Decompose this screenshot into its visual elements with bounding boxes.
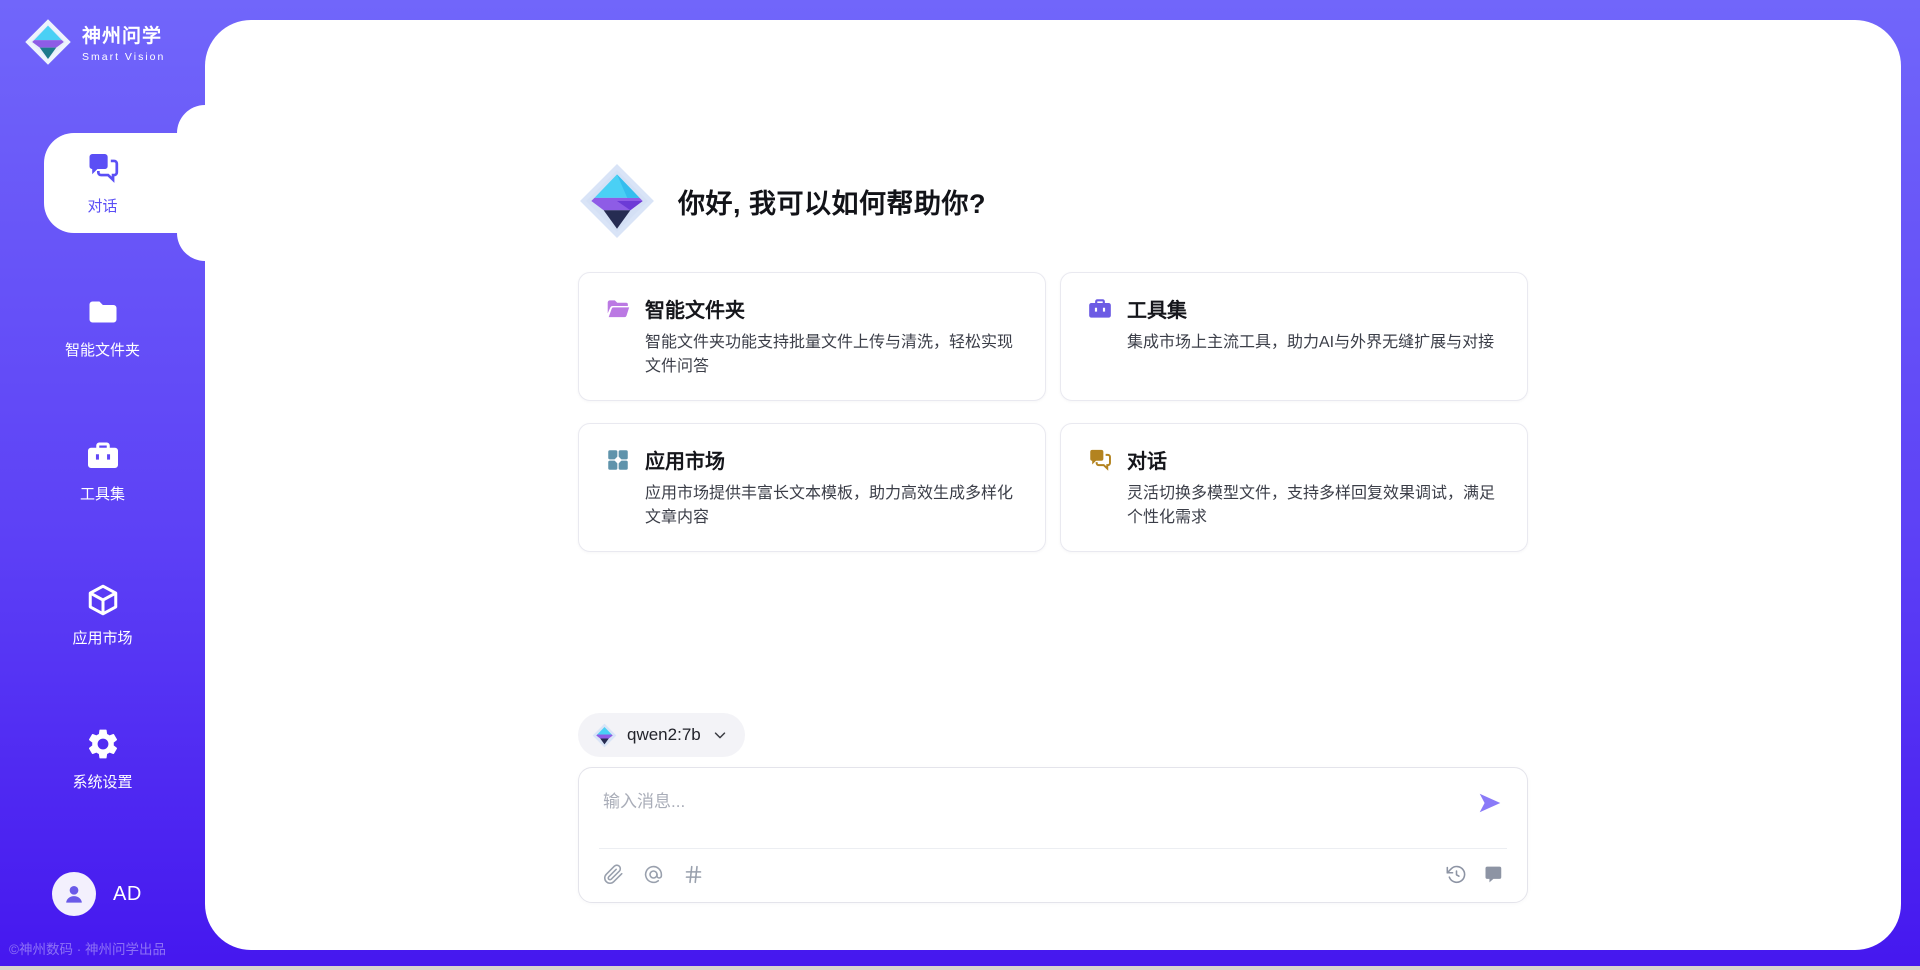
active-curve-top (177, 105, 205, 133)
bottom-scrollbar-strip (0, 966, 1920, 970)
comment-icon (1482, 864, 1503, 885)
sidebar-item-app-market[interactable]: 应用市场 (0, 565, 205, 665)
gear-icon (85, 726, 121, 762)
toolbox-icon (1087, 296, 1113, 322)
cube-icon (85, 582, 121, 618)
card-title: 工具集 (1127, 294, 1187, 323)
card-title: 对话 (1127, 445, 1167, 474)
history-icon (1446, 864, 1467, 885)
card-app-market[interactable]: 应用市场 应用市场提供丰富长文本模板，助力高效生成多样化文章内容 (578, 423, 1046, 552)
sidebar-item-smart-folder[interactable]: 智能文件夹 (0, 277, 205, 377)
message-composer (578, 767, 1528, 903)
toolbox-icon (85, 438, 121, 474)
card-description: 灵活切换多模型文件，支持多样回复效果调试，满足个性化需求 (1127, 482, 1501, 530)
sidebar-footer-text: ©神州数码 · 神州问学出品 (9, 938, 166, 958)
feature-cards: 智能文件夹 智能文件夹功能支持批量文件上传与清洗，轻松实现文件问答 工具集 集成… (578, 272, 1528, 552)
brand-subtitle: Smart Vision (82, 51, 165, 63)
main-panel: 你好, 我可以如何帮助你? 智能文件夹 智能文件夹功能支持批量文件上传与清洗，轻… (205, 20, 1901, 950)
brand-logo: 神州问学 Smart Vision (24, 18, 165, 66)
sidebar-item-label: 系统设置 (72, 771, 132, 792)
paperclip-icon (603, 864, 624, 885)
card-smart-folder[interactable]: 智能文件夹 智能文件夹功能支持批量文件上传与清洗，轻松实现文件问答 (578, 272, 1046, 401)
model-name: qwen2:7b (627, 725, 701, 745)
greeting-title: 你好, 我可以如何帮助你? (678, 182, 986, 221)
topic-button[interactable] (683, 864, 704, 886)
at-sign-icon (643, 864, 664, 885)
grid-icon (605, 447, 631, 473)
avatar (52, 872, 96, 916)
sidebar-item-toolset[interactable]: 工具集 (0, 421, 205, 521)
card-toolset[interactable]: 工具集 集成市场上主流工具，助力AI与外界无缝扩展与对接 (1060, 272, 1528, 401)
history-button[interactable] (1446, 864, 1467, 886)
sidebar-item-label: 智能文件夹 (65, 339, 140, 360)
conversation-button[interactable] (1482, 864, 1503, 886)
sidebar: 神州问学 Smart Vision 对话 智能文件夹 工具集 (0, 0, 205, 970)
card-description: 集成市场上主流工具，助力AI与外界无缝扩展与对接 (1127, 331, 1501, 355)
brand-diamond-icon (578, 162, 656, 240)
sidebar-item-label: 工具集 (80, 483, 125, 504)
sidebar-item-label: 对话 (87, 195, 117, 216)
greeting: 你好, 我可以如何帮助你? (578, 162, 1528, 240)
chevron-down-icon (711, 726, 729, 744)
send-icon (1477, 790, 1503, 816)
model-selector[interactable]: qwen2:7b (578, 713, 745, 757)
sidebar-item-label: 应用市场 (72, 627, 132, 648)
chat-icon (1087, 447, 1113, 473)
mention-button[interactable] (643, 864, 664, 886)
brand-name: 神州问学 (82, 21, 165, 48)
user-initials: AD (113, 883, 142, 906)
card-title: 应用市场 (645, 445, 725, 474)
folder-open-icon (605, 296, 631, 322)
brand-diamond-icon (24, 18, 72, 66)
card-chat[interactable]: 对话 灵活切换多模型文件，支持多样回复效果调试，满足个性化需求 (1060, 423, 1528, 552)
model-logo-icon (592, 723, 617, 748)
card-description: 应用市场提供丰富长文本模板，助力高效生成多样化文章内容 (645, 482, 1019, 530)
send-button[interactable] (1477, 789, 1505, 817)
person-icon (61, 881, 87, 907)
folder-icon (85, 294, 121, 330)
message-input[interactable] (579, 768, 1527, 846)
card-title: 智能文件夹 (645, 294, 745, 323)
attach-file-button[interactable] (603, 864, 624, 886)
active-curve-bottom (177, 233, 205, 261)
hash-icon (683, 864, 704, 885)
composer-toolbar (579, 847, 1527, 902)
sidebar-item-chat[interactable]: 对话 (0, 133, 205, 233)
sidebar-item-settings[interactable]: 系统设置 (0, 709, 205, 809)
card-description: 智能文件夹功能支持批量文件上传与清洗，轻松实现文件问答 (645, 331, 1019, 379)
user-account[interactable]: AD (52, 872, 142, 916)
chat-icon (85, 150, 121, 186)
